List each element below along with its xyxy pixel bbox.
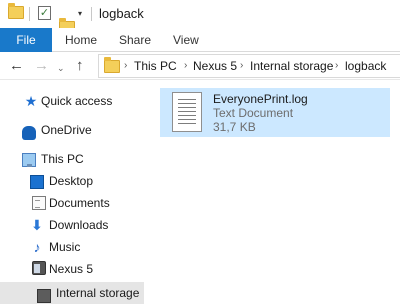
- nav-item-label: Music: [49, 240, 81, 254]
- window-title: logback: [99, 6, 144, 21]
- customize-toolbar-dropdown-icon[interactable]: ▾: [78, 9, 82, 19]
- nav-item-label: Quick access: [41, 94, 113, 108]
- breadcrumb-nexus-5[interactable]: Nexus 5: [193, 59, 237, 73]
- separator: [91, 7, 92, 21]
- nav-item-label: Downloads: [49, 218, 109, 232]
- nav-item-onedrive[interactable]: OneDrive: [0, 120, 160, 140]
- cloud-icon: [22, 126, 36, 140]
- file-size: 31,7 KB: [213, 120, 256, 134]
- address-folder-icon: [104, 57, 120, 73]
- file-type: Text Document: [213, 106, 294, 120]
- breadcrumb-logback[interactable]: logback: [345, 59, 386, 73]
- nav-item-label: Internal storage: [56, 286, 140, 300]
- ribbon-tabs: File Home Share View: [0, 28, 400, 52]
- tab-share[interactable]: Share: [119, 28, 151, 52]
- recent-locations-icon[interactable]: ⌄: [57, 60, 65, 77]
- back-arrow-icon[interactable]: ←: [9, 57, 24, 74]
- up-arrow-icon[interactable]: ↑: [76, 57, 84, 74]
- drive-icon: [37, 289, 51, 303]
- chevron-right-icon[interactable]: ›: [124, 60, 127, 71]
- nav-item-music[interactable]: ♪ Music: [0, 237, 160, 257]
- nav-item-label: Nexus 5: [49, 262, 94, 276]
- star-icon: ★: [24, 93, 38, 109]
- folder-icon[interactable]: [8, 3, 24, 19]
- chevron-right-icon[interactable]: ›: [240, 60, 243, 71]
- tab-file[interactable]: File: [0, 28, 52, 52]
- breadcrumb-internal-storage[interactable]: Internal storage: [250, 59, 333, 73]
- file-list: EveryonePrint.log Text Document 31,7 KB: [160, 80, 400, 305]
- forward-arrow-icon[interactable]: →: [34, 57, 49, 74]
- nav-item-downloads[interactable]: ⬇ Downloads: [0, 215, 160, 235]
- nav-item-label: This PC: [41, 152, 84, 166]
- nav-item-label: OneDrive: [41, 123, 92, 137]
- address-bar[interactable]: › This PC › Nexus 5 › Internal storage ›…: [98, 54, 400, 78]
- tab-home[interactable]: Home: [65, 28, 97, 52]
- tab-view[interactable]: View: [173, 28, 199, 52]
- chevron-right-icon[interactable]: ›: [184, 60, 187, 71]
- properties-icon[interactable]: ✓: [38, 6, 51, 20]
- computer-icon: [22, 153, 36, 167]
- nav-item-label: Documents: [49, 196, 110, 210]
- breadcrumb-this-pc[interactable]: This PC: [134, 59, 177, 73]
- nav-item-nexus-5[interactable]: Nexus 5: [0, 259, 160, 279]
- downloads-icon: ⬇: [31, 217, 43, 233]
- phone-icon: [32, 261, 46, 275]
- title-bar: ✓ ▾ logback: [0, 0, 400, 34]
- nav-item-internal-storage[interactable]: Internal storage: [0, 282, 144, 304]
- separator: [29, 7, 30, 21]
- nav-item-desktop[interactable]: Desktop: [0, 171, 160, 191]
- chevron-right-icon[interactable]: ›: [335, 60, 338, 71]
- nav-item-quick-access[interactable]: ★ Quick access: [0, 91, 160, 111]
- text-document-icon: [172, 92, 202, 132]
- navigation-pane: ★ Quick access OneDrive This PC Desktop …: [0, 80, 160, 305]
- desktop-icon: [30, 175, 44, 189]
- nav-item-documents[interactable]: Documents: [0, 193, 160, 213]
- music-icon: ♪: [33, 239, 41, 255]
- file-item[interactable]: EveryonePrint.log Text Document 31,7 KB: [160, 88, 390, 137]
- documents-icon: [32, 196, 46, 210]
- file-name: EveryonePrint.log: [213, 92, 308, 106]
- nav-item-label: Desktop: [49, 174, 94, 188]
- nav-item-this-pc[interactable]: This PC: [0, 149, 160, 169]
- navigation-bar: ← → ⌄ ↑ › This PC › Nexus 5 › Internal s…: [0, 52, 400, 80]
